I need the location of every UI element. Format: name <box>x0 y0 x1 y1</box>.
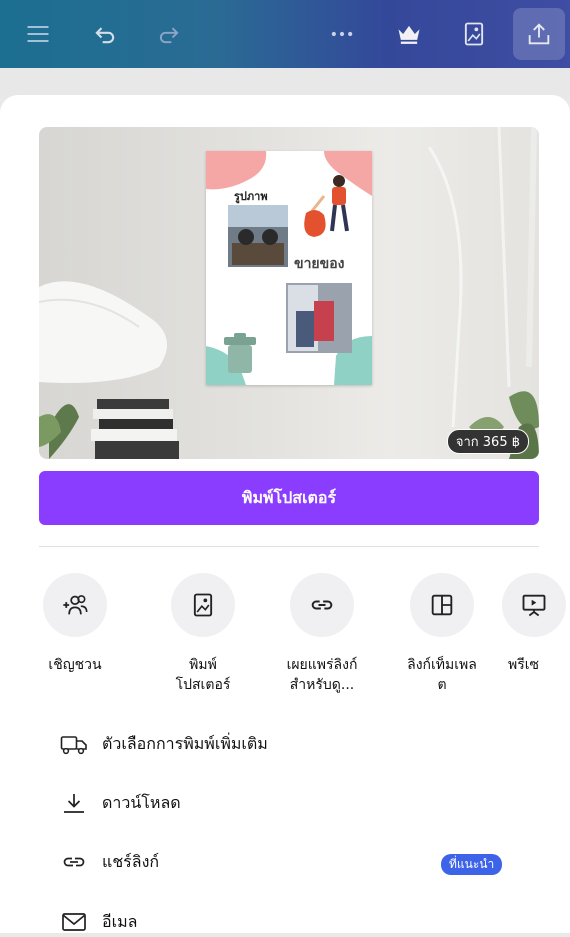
redo-icon[interactable] <box>153 18 185 50</box>
share-icon[interactable] <box>513 8 565 60</box>
action-circle[interactable] <box>43 573 107 637</box>
poster-title-big: ขายของ <box>294 256 345 272</box>
option-label: อีเมล <box>102 911 138 931</box>
undo-icon[interactable] <box>89 18 121 50</box>
action-label: เผยแพร่ลิงก์ สำหรับดู... <box>286 657 358 693</box>
poster-mockup-preview: รูปภาพ ขายของ จาก 365 ฿ <box>39 127 539 459</box>
crown-icon[interactable] <box>393 18 425 50</box>
download-row[interactable]: ดาวน์โหลด <box>60 788 181 818</box>
link-icon <box>311 600 333 610</box>
action-label: เชิญชวน <box>48 657 102 673</box>
poster-title-small: รูปภาพ <box>234 190 268 203</box>
action-publish-view-link[interactable]: เผยแพร่ลิงก์ สำหรับดู... <box>262 573 382 695</box>
poster-artwork <box>206 151 372 385</box>
print-poster-button[interactable]: พิมพ์โปสเตอร์ <box>39 471 539 525</box>
action-print-poster[interactable]: พิมพ์ โปสเตอร์ <box>143 573 263 695</box>
action-circle[interactable] <box>410 573 474 637</box>
recommended-badge: ที่แนะนำ <box>441 854 503 875</box>
poster-thumbnail: รูปภาพ ขายของ <box>206 151 372 385</box>
more-icon[interactable] <box>326 18 358 50</box>
menu-icon[interactable] <box>22 18 54 50</box>
option-label: ตัวเลือกการพิมพ์เพิ่มเติม <box>102 733 268 753</box>
present-icon <box>522 594 546 617</box>
action-present[interactable]: พรีเซ <box>498 573 570 675</box>
price-badge: จาก 365 ฿ <box>446 429 529 454</box>
action-circle[interactable] <box>502 573 566 637</box>
option-label: ดาวน์โหลด <box>102 792 181 812</box>
action-circle[interactable] <box>171 573 235 637</box>
action-label: พิมพ์ โปสเตอร์ <box>175 657 231 693</box>
template-icon <box>431 594 453 616</box>
share-link-row[interactable]: แชร์ลิงก์ <box>60 847 159 877</box>
share-sheet: รูปภาพ ขายของ จาก 365 ฿ พิมพ์โปสเตอร์ เช… <box>0 95 570 933</box>
option-label: แชร์ลิงก์ <box>102 851 160 871</box>
poster-icon <box>193 593 213 617</box>
top-toolbar <box>0 0 570 68</box>
add-people-icon <box>63 595 88 615</box>
poster-icon[interactable] <box>458 18 490 50</box>
link-icon <box>63 857 85 867</box>
action-template-link[interactable]: ลิงก์เท็มเพล ต <box>382 573 502 695</box>
action-invite[interactable]: เชิญชวน <box>15 573 135 675</box>
action-label: ลิงก์เท็มเพล ต <box>407 657 477 693</box>
action-label: พรีเซ <box>508 657 540 673</box>
mail-icon <box>62 913 86 931</box>
delivery-truck-icon <box>60 736 87 755</box>
canvas-background <box>0 68 570 98</box>
divider <box>39 546 539 547</box>
more-print-options-row[interactable]: ตัวเลือกการพิมพ์เพิ่มเติม <box>60 729 268 759</box>
action-circle[interactable] <box>290 573 354 637</box>
download-icon <box>64 794 84 813</box>
